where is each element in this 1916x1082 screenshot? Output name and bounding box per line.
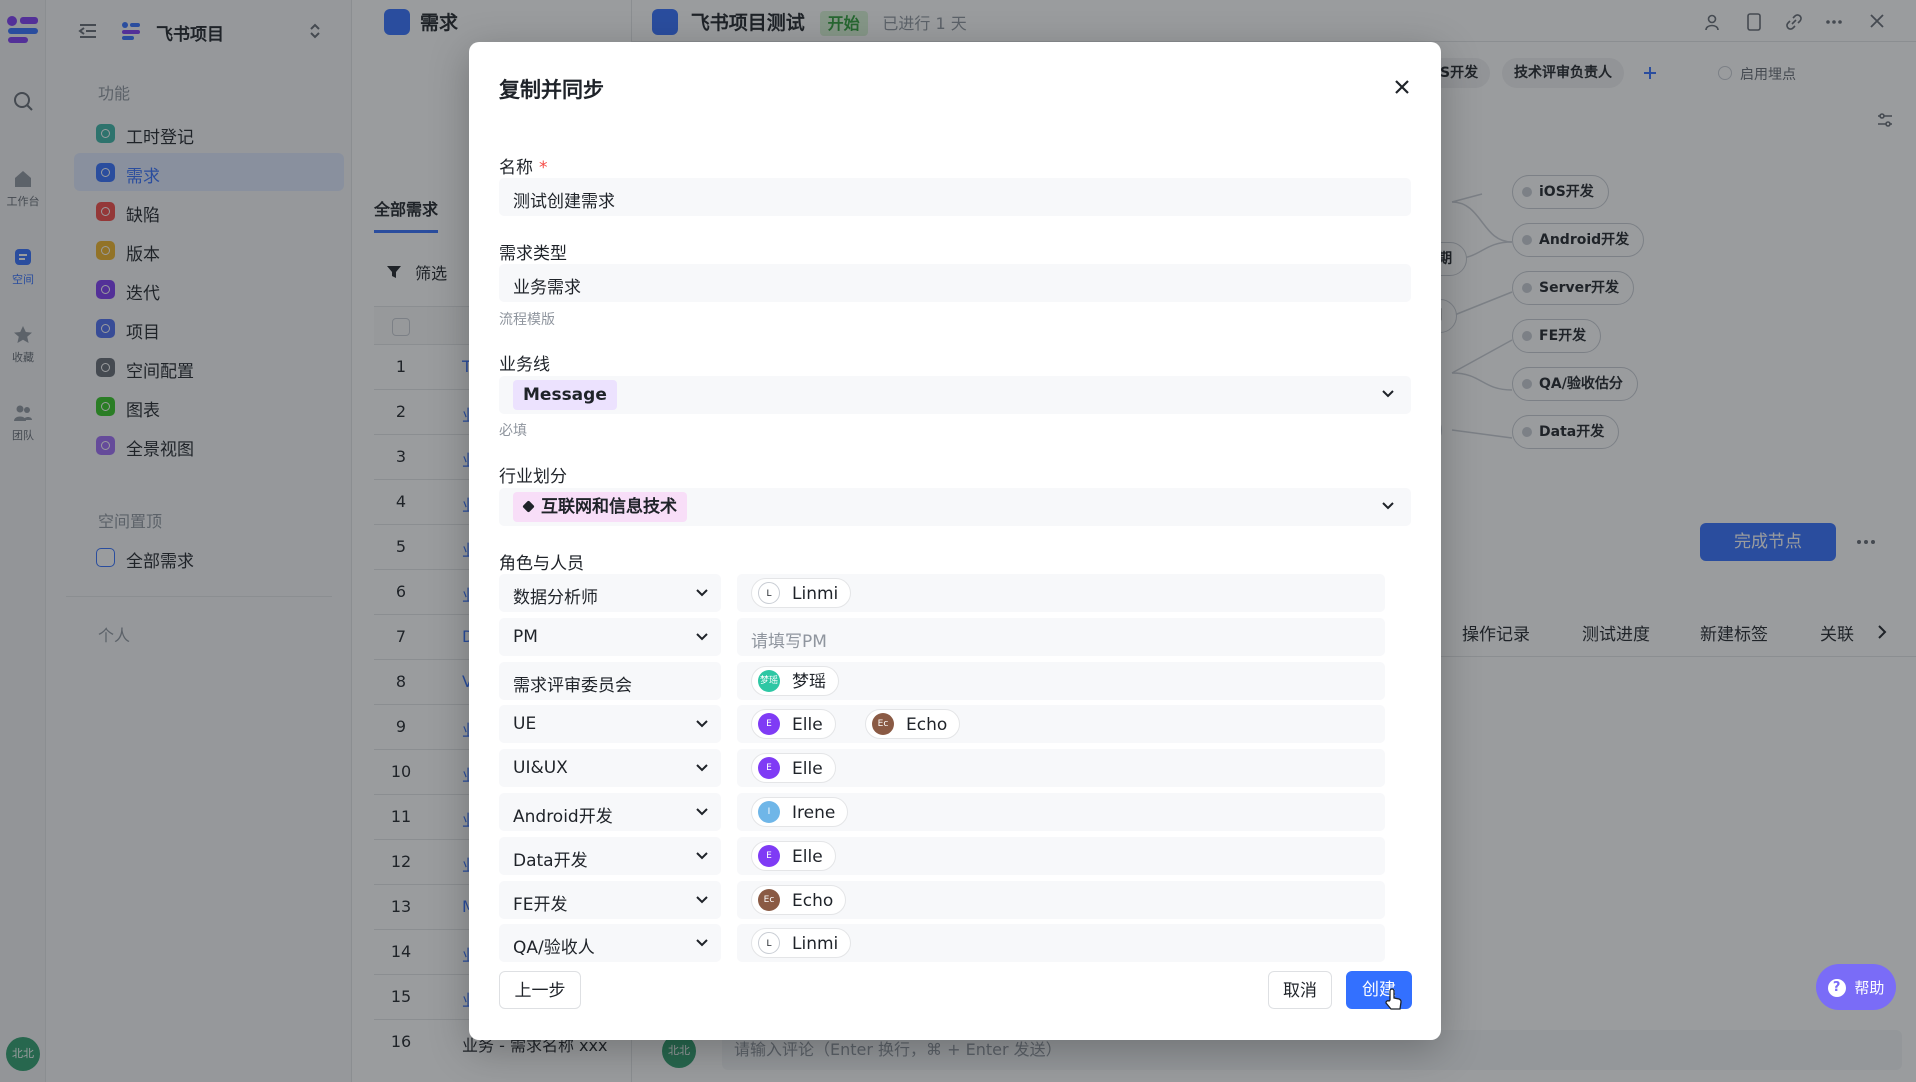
people-picker[interactable]: E Elle bbox=[737, 836, 1385, 875]
role-select[interactable]: Android开发 bbox=[499, 793, 721, 831]
chevron-down-icon bbox=[696, 633, 708, 641]
people-picker[interactable]: 梦瑶 梦瑶 bbox=[737, 661, 1385, 700]
name-label: 名称 * bbox=[499, 158, 548, 178]
help-button[interactable]: ? 帮助 bbox=[1816, 964, 1896, 1010]
type-field: 业务需求 bbox=[499, 264, 1411, 302]
avatar: Ec bbox=[758, 888, 780, 911]
business-line-select[interactable]: Message bbox=[499, 376, 1411, 414]
people-picker[interactable]: E Elle Ec Echo bbox=[737, 705, 1385, 744]
close-icon[interactable] bbox=[1387, 72, 1417, 102]
industry-label: 行业划分 bbox=[499, 467, 567, 487]
name-input[interactable]: 测试创建需求 bbox=[499, 178, 1411, 216]
avatar: E bbox=[758, 844, 780, 867]
avatar: Ec bbox=[872, 713, 894, 736]
avatar: 梦瑶 bbox=[758, 669, 780, 692]
role-select[interactable]: Data开发 bbox=[499, 836, 721, 875]
person-chip[interactable]: E Elle bbox=[751, 840, 836, 871]
business-line-tag: Message bbox=[513, 380, 617, 410]
person-chip[interactable]: Ec Echo bbox=[751, 884, 847, 915]
dialog-title: 复制并同步 bbox=[499, 78, 604, 102]
role-select: 需求评审委员会 bbox=[499, 661, 721, 700]
chevron-down-icon bbox=[1382, 390, 1394, 398]
people-picker[interactable]: L Linmi bbox=[737, 574, 1385, 612]
role-select[interactable]: UI&UX bbox=[499, 749, 721, 788]
people-picker[interactable]: I Irene bbox=[737, 793, 1385, 831]
chevron-down-icon bbox=[696, 720, 708, 728]
avatar: L bbox=[758, 932, 780, 955]
person-chip[interactable]: L Linmi bbox=[751, 928, 852, 959]
roles-list: 数据分析师 L Linmi PM 请填写PM 需求评审委员会 梦瑶 梦瑶 UE E Elle Ec Ec… bbox=[469, 574, 1441, 984]
business-line-hint: 必填 bbox=[499, 423, 527, 439]
people-picker[interactable]: 请填写PM bbox=[737, 617, 1385, 656]
cancel-button[interactable]: 取消 bbox=[1268, 971, 1332, 1009]
person-chip[interactable]: I Irene bbox=[751, 797, 849, 827]
people-picker[interactable]: Ec Echo bbox=[737, 880, 1385, 919]
chevron-down-icon bbox=[696, 852, 708, 860]
chevron-down-icon bbox=[696, 808, 708, 816]
chevron-down-icon bbox=[696, 939, 708, 947]
chevron-down-icon bbox=[696, 589, 708, 597]
role-select[interactable]: QA/验收人 bbox=[499, 924, 721, 963]
avatar: I bbox=[758, 801, 780, 823]
role-select[interactable]: PM bbox=[499, 617, 721, 656]
role-select[interactable]: UE bbox=[499, 705, 721, 744]
people-picker[interactable]: E Elle bbox=[737, 749, 1385, 788]
app-window: 工作台 空间 收藏 团队 北北 飞书项目 功能 工时登记 需求 缺陷 版本 迭代… bbox=[0, 0, 1916, 1082]
type-label: 需求类型 bbox=[499, 244, 567, 264]
chevron-down-icon bbox=[1382, 502, 1394, 510]
business-line-label: 业务线 bbox=[499, 355, 550, 375]
avatar: L bbox=[758, 582, 780, 604]
avatar: E bbox=[758, 713, 780, 736]
person-chip[interactable]: E Elle bbox=[751, 709, 836, 740]
person-chip[interactable]: L Linmi bbox=[751, 578, 852, 608]
copy-sync-dialog: 复制并同步 名称 * 测试创建需求 需求类型 业务需求 流程模版 业务线 Mess… bbox=[469, 42, 1441, 1040]
cursor-hand-icon bbox=[1385, 988, 1402, 1010]
avatar: E bbox=[758, 757, 780, 780]
prev-step-button[interactable]: 上一步 bbox=[499, 971, 581, 1009]
question-icon: ? bbox=[1827, 978, 1846, 997]
industry-select[interactable]: 互联网和信息技术 bbox=[499, 488, 1411, 526]
person-chip[interactable]: E Elle bbox=[751, 753, 836, 784]
type-hint: 流程模版 bbox=[499, 312, 555, 328]
person-chip[interactable]: Ec Echo bbox=[865, 709, 961, 740]
person-chip[interactable]: 梦瑶 梦瑶 bbox=[751, 665, 839, 696]
chevron-down-icon bbox=[696, 764, 708, 772]
people-picker[interactable]: L Linmi bbox=[737, 924, 1385, 963]
industry-tag: 互联网和信息技术 bbox=[513, 492, 687, 522]
chevron-down-icon bbox=[696, 895, 708, 904]
role-select[interactable]: 数据分析师 bbox=[499, 574, 721, 612]
roles-label: 角色与人员 bbox=[499, 554, 584, 574]
role-select[interactable]: FE开发 bbox=[499, 880, 721, 919]
